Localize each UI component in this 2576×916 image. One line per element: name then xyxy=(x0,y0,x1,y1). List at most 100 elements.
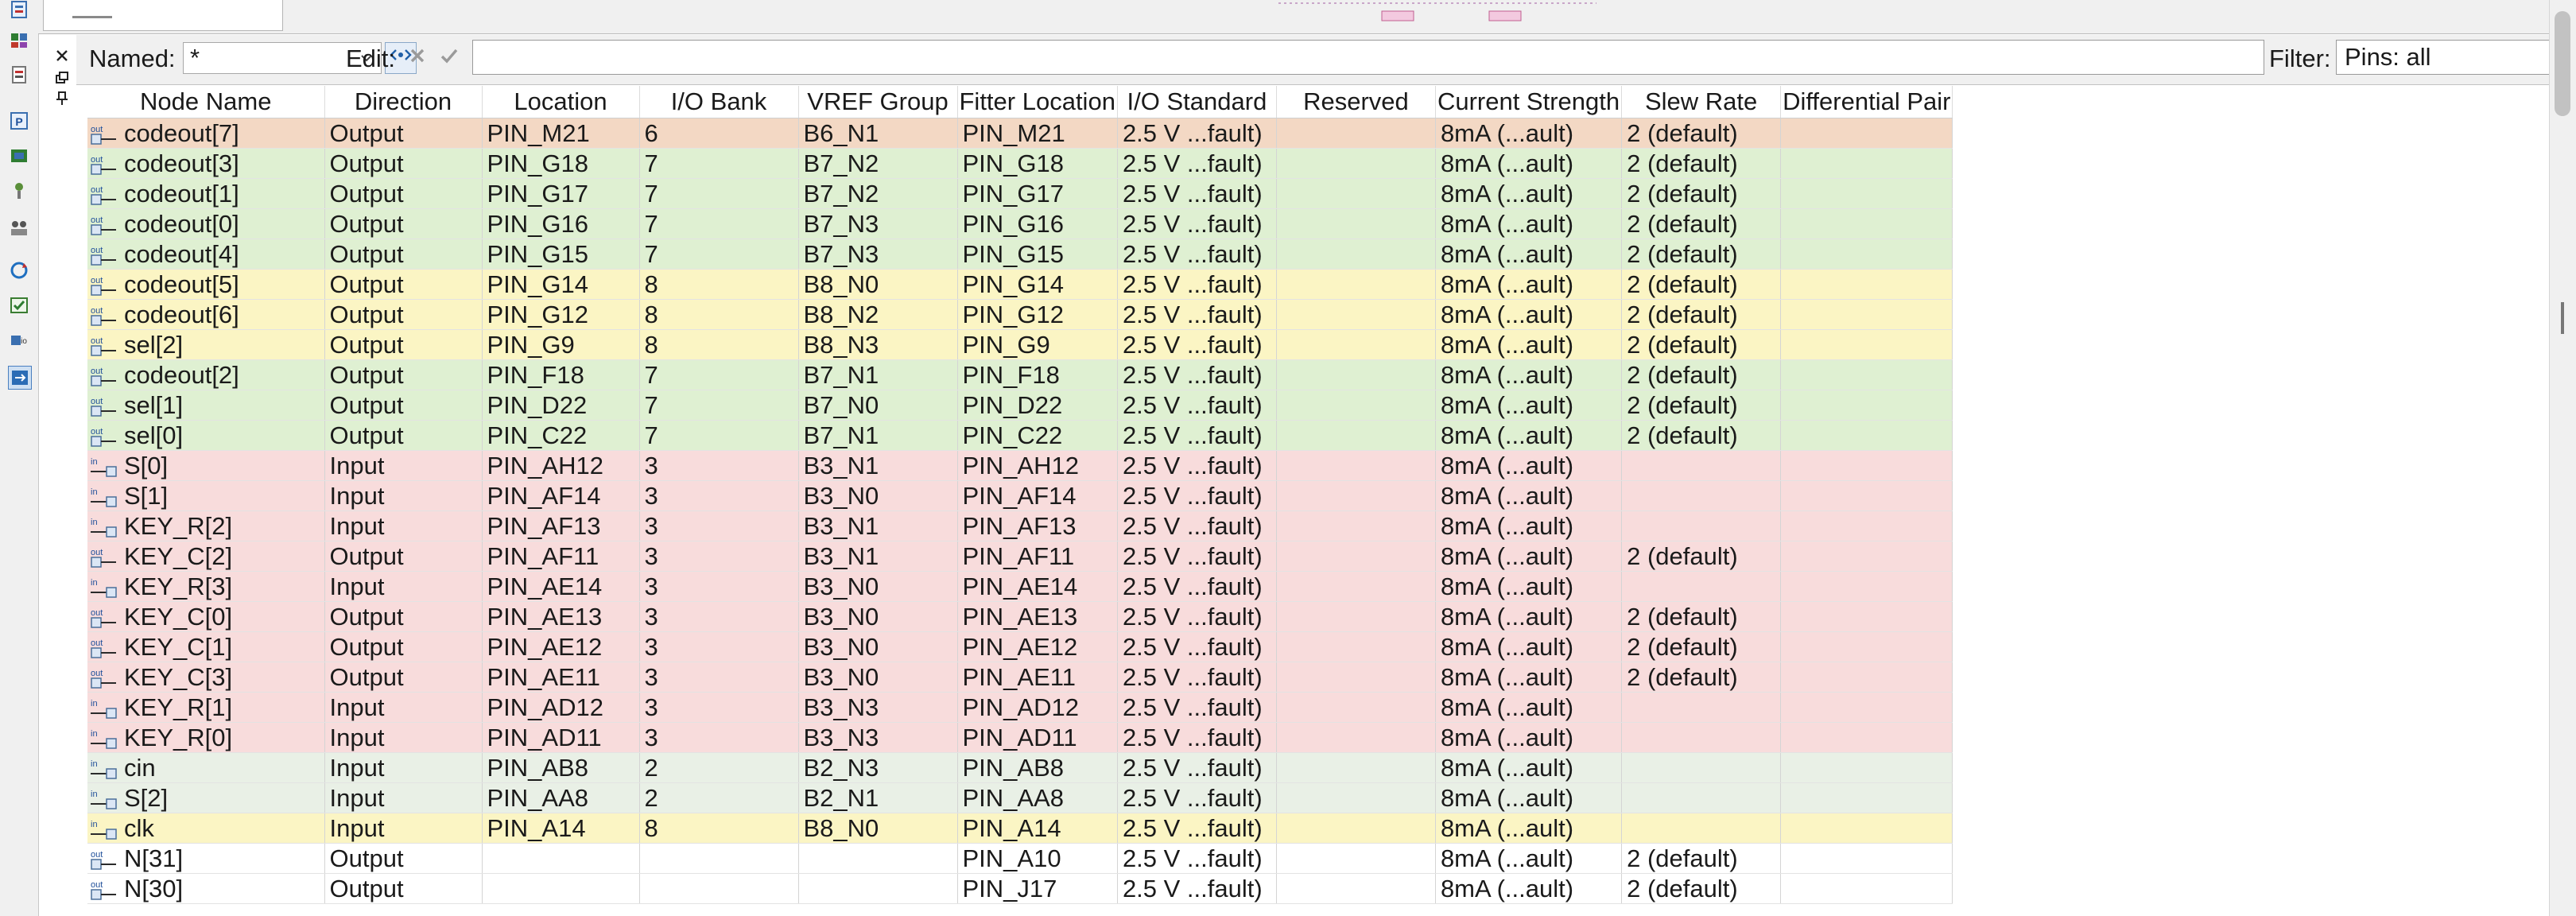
table-cell[interactable]: 2 (default) xyxy=(1621,148,1782,179)
column-header[interactable]: Direction xyxy=(324,86,483,118)
table-cell[interactable] xyxy=(1780,843,1953,874)
table-cell[interactable]: Output xyxy=(324,873,483,904)
table-cell[interactable] xyxy=(1276,269,1436,300)
table-cell[interactable]: 2.5 V ...fault) xyxy=(1117,631,1277,662)
table-cell[interactable]: Output xyxy=(324,420,483,451)
cancel-edit-button[interactable] xyxy=(404,45,431,72)
table-cell[interactable] xyxy=(1780,239,1953,270)
table-cell[interactable]: B3_N1 xyxy=(798,450,958,481)
table-cell[interactable]: Input xyxy=(324,752,483,783)
table-cell[interactable]: B8_N0 xyxy=(798,269,958,300)
table-cell[interactable] xyxy=(1780,782,1953,813)
table-row[interactable]: in KEY_R[2] Input PIN_AF13 3 B3_N1 PIN_AF13 2.5… xyxy=(87,510,1953,541)
table-cell[interactable] xyxy=(1276,329,1436,360)
table-cell[interactable]: B8_N0 xyxy=(798,813,958,844)
table-cell[interactable]: 2.5 V ...fault) xyxy=(1117,601,1277,632)
table-cell[interactable] xyxy=(1276,692,1436,723)
table-cell[interactable]: 6 xyxy=(639,118,799,149)
table-cell[interactable] xyxy=(1276,239,1436,270)
table-cell[interactable]: 8mA (...ault) xyxy=(1435,873,1623,904)
table-cell[interactable]: PIN_AF14 xyxy=(482,480,640,511)
table-cell[interactable]: 2 (default) xyxy=(1621,299,1782,330)
table-cell[interactable]: in KEY_R[0] xyxy=(87,722,325,753)
table-row[interactable]: out KEY_C[3] Output PIN_AE11 3 B3_N0 PIN_AE11 2… xyxy=(87,662,1953,693)
table-row[interactable]: in S[1] Input PIN_AF14 3 B3_N0 PIN_AF14 2.5 V .… xyxy=(87,480,1953,511)
table-cell[interactable]: out codeout[0] xyxy=(87,208,325,239)
table-cell[interactable]: Output xyxy=(324,390,483,421)
table-cell[interactable]: 2.5 V ...fault) xyxy=(1117,722,1277,753)
table-cell[interactable]: B2_N3 xyxy=(798,752,958,783)
table-cell[interactable]: PIN_AD11 xyxy=(957,722,1118,753)
table-cell[interactable]: PIN_AA8 xyxy=(957,782,1118,813)
table-row[interactable]: in cin Input PIN_AB8 2 B2_N3 PIN_AB8 2.5 V ...f… xyxy=(87,752,1953,783)
table-cell[interactable]: 2 (default) xyxy=(1621,178,1782,209)
table-cell[interactable]: 8mA (...ault) xyxy=(1435,722,1623,753)
table-cell[interactable]: PIN_G12 xyxy=(482,299,640,330)
table-cell[interactable] xyxy=(798,873,958,904)
table-cell[interactable]: B8_N3 xyxy=(798,329,958,360)
table-cell[interactable]: 3 xyxy=(639,631,799,662)
table-cell[interactable]: 2.5 V ...fault) xyxy=(1117,329,1277,360)
table-cell[interactable] xyxy=(1276,662,1436,693)
table-cell[interactable]: out codeout[3] xyxy=(87,148,325,179)
swap-icon[interactable] xyxy=(8,366,32,390)
table-cell[interactable]: 2.5 V ...fault) xyxy=(1117,662,1277,693)
table-cell[interactable]: 7 xyxy=(639,390,799,421)
column-header[interactable]: Reserved xyxy=(1276,86,1436,118)
table-cell[interactable]: PIN_AH12 xyxy=(482,450,640,481)
table-cell[interactable]: PIN_AE11 xyxy=(957,662,1118,693)
table-cell[interactable]: 2.5 V ...fault) xyxy=(1117,359,1277,390)
table-cell[interactable]: 3 xyxy=(639,450,799,481)
table-cell[interactable]: PIN_C22 xyxy=(957,420,1118,451)
table-cell[interactable]: in S[0] xyxy=(87,450,325,481)
table-cell[interactable] xyxy=(1276,510,1436,541)
table-cell[interactable]: PIN_F18 xyxy=(482,359,640,390)
table-cell[interactable] xyxy=(1780,269,1953,300)
table-cell[interactable]: 8mA (...ault) xyxy=(1435,631,1623,662)
table-cell[interactable]: out codeout[1] xyxy=(87,178,325,209)
table-cell[interactable] xyxy=(1780,420,1953,451)
table-cell[interactable] xyxy=(1780,541,1953,572)
table-cell[interactable] xyxy=(1276,148,1436,179)
table-cell[interactable]: 8mA (...ault) xyxy=(1435,178,1623,209)
column-header[interactable]: Node Name xyxy=(87,86,325,118)
table-cell[interactable]: Input xyxy=(324,510,483,541)
table-cell[interactable]: 2.5 V ...fault) xyxy=(1117,782,1277,813)
table-cell[interactable] xyxy=(1276,118,1436,149)
table-row[interactable]: out codeout[3] Output PIN_G18 7 B7_N2 PIN_G18 2… xyxy=(87,148,1953,179)
table-cell[interactable]: PIN_A10 xyxy=(957,843,1118,874)
table-row[interactable]: out KEY_C[0] Output PIN_AE13 3 B3_N0 PIN_AE13 2… xyxy=(87,601,1953,632)
table-cell[interactable] xyxy=(1276,601,1436,632)
table-cell[interactable]: out codeout[7] xyxy=(87,118,325,149)
table-cell[interactable]: 2 (default) xyxy=(1621,208,1782,239)
table-cell[interactable]: Output xyxy=(324,239,483,270)
table-row[interactable]: out N[31] Output PIN_A10 2.5 V ...fault) 8mA … xyxy=(87,843,1953,874)
table-cell[interactable]: 2.5 V ...fault) xyxy=(1117,420,1277,451)
table-cell[interactable]: Output xyxy=(324,359,483,390)
column-header[interactable]: Differential Pair xyxy=(1780,86,1953,118)
table-cell[interactable]: 2 (default) xyxy=(1621,390,1782,421)
table-cell[interactable]: 3 xyxy=(639,571,799,602)
table-cell[interactable]: in KEY_R[3] xyxy=(87,571,325,602)
table-row[interactable]: out codeout[7] Output PIN_M21 6 B6_N1 PIN_M21 2… xyxy=(87,118,1953,149)
probe-icon[interactable] xyxy=(8,180,30,202)
table-cell[interactable]: 8mA (...ault) xyxy=(1435,782,1623,813)
table-cell[interactable]: B7_N3 xyxy=(798,208,958,239)
table-cell[interactable]: PIN_AB8 xyxy=(482,752,640,783)
table-cell[interactable]: in cin xyxy=(87,752,325,783)
table-cell[interactable]: 2.5 V ...fault) xyxy=(1117,571,1277,602)
table-cell[interactable]: 3 xyxy=(639,692,799,723)
table-cell[interactable]: 8mA (...ault) xyxy=(1435,510,1623,541)
table-cell[interactable]: PIN_G9 xyxy=(482,329,640,360)
people-icon[interactable] xyxy=(8,216,30,239)
table-cell[interactable]: Output xyxy=(324,148,483,179)
table-cell[interactable]: 2.5 V ...fault) xyxy=(1117,269,1277,300)
table-cell[interactable]: 8mA (...ault) xyxy=(1435,359,1623,390)
table-cell[interactable]: Output xyxy=(324,269,483,300)
table-cell[interactable]: 7 xyxy=(639,148,799,179)
table-cell[interactable]: 2 (default) xyxy=(1621,359,1782,390)
table-cell[interactable] xyxy=(1780,752,1953,783)
table-row[interactable]: out codeout[1] Output PIN_G17 7 B7_N2 PIN_G17 2… xyxy=(87,178,1953,209)
table-row[interactable]: in clk Input PIN_A14 8 B8_N0 PIN_A14 2.5 V ...f… xyxy=(87,813,1953,844)
table-cell[interactable]: B3_N3 xyxy=(798,722,958,753)
